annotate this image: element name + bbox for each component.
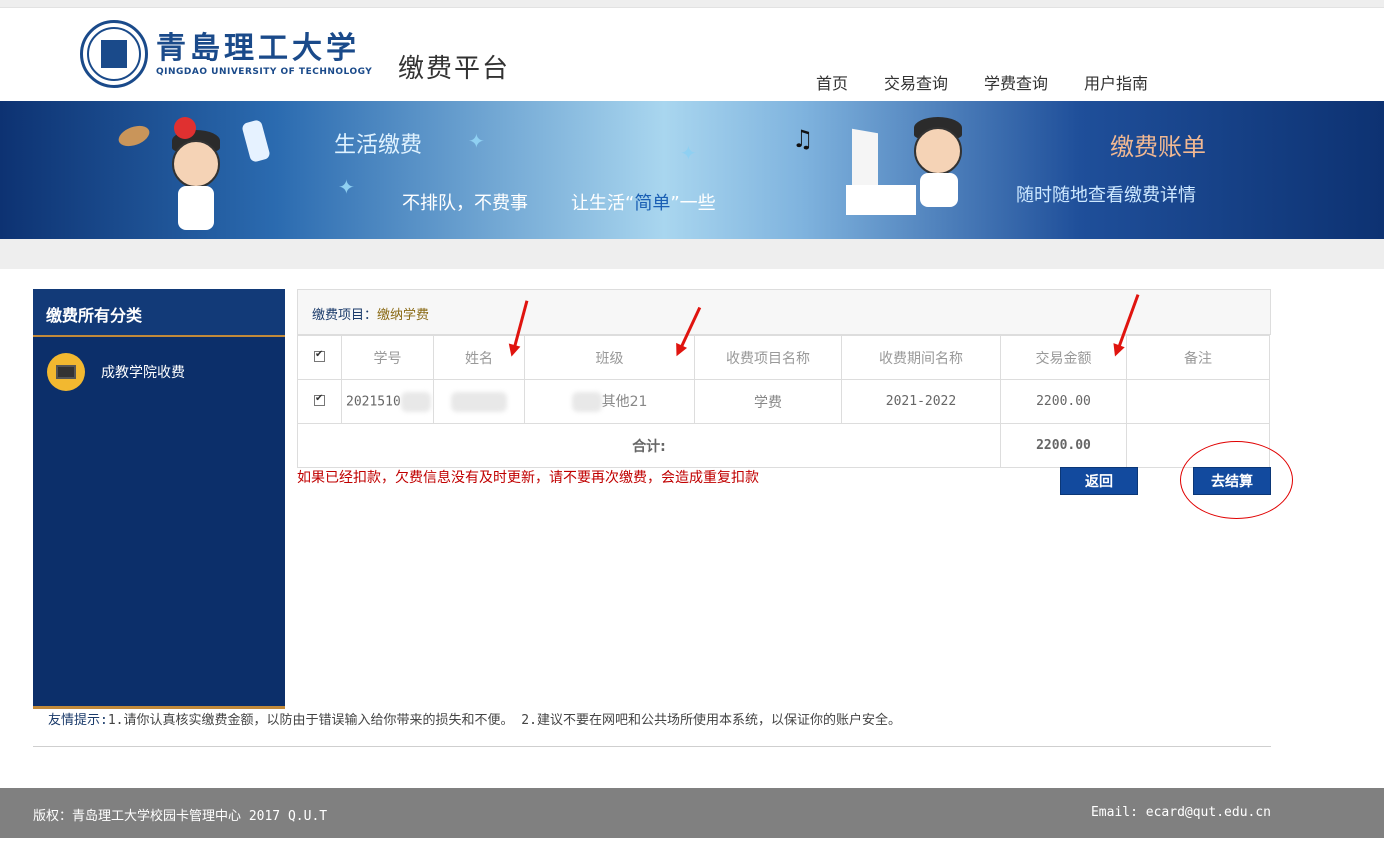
tips-label: 友情提示: [48,713,108,728]
banner-bill: 缴费账单 [1110,133,1206,161]
friendly-tips: 友情提示:1.请你认真核实缴费金额，以防由于错误输入给你带来的损失和不便。 2.… [48,709,901,728]
col-note: 备注 [1126,335,1270,380]
promo-banner: ✦ ✦ ✦ ♫ 生活缴费 不排队，不费事 让生活“简单”一些 缴费账单 随时随地… [0,101,1384,239]
cell-student-id: 2021510 [341,379,434,424]
cell-name [433,379,525,424]
main-nav: 首页 交易查询 学费查询 用户指南 [816,70,1184,94]
cell-item: 学费 [694,379,842,424]
category-sidebar: 缴费所有分类 成教学院收费 [33,289,285,709]
select-all-checkbox[interactable] [297,335,342,380]
sidebar-title: 缴费所有分类 [33,289,285,337]
apple-icon [174,117,196,139]
contact-email: Email: ecard@qut.edu.cn [1090,805,1271,820]
cartoon-man-illustration [900,115,980,225]
payment-table: 学号 姓名 班级 收费项目名称 收费期间名称 交易金额 备注 2021510 其… [297,335,1270,468]
main-content: 缴费所有分类 成教学院收费 缴费项目：缴纳学费 学号 姓名 班级 收费项目名称 … [0,269,1384,789]
row-checkbox[interactable] [297,379,342,424]
nav-user-guide[interactable]: 用户指南 [1084,70,1148,94]
total-label: 合计: [297,423,1001,468]
university-logo[interactable]: 青島理工大学 QINGDAO UNIVERSITY OF TECHNOLOGY [80,20,372,88]
monitor-icon [47,353,85,391]
banner-life-pay: 生活缴费 [334,133,423,158]
back-button[interactable]: 返回 [1060,467,1138,495]
col-class: 班级 [524,335,695,380]
sidebar-item-label: 成教学院收费 [101,365,185,381]
table-row: 2021510 其他21 学费 2021-2022 2200.00 [297,379,1270,424]
col-student-id: 学号 [341,335,434,380]
bottle-icon [241,119,271,163]
payment-panel: 缴费项目：缴纳学费 学号 姓名 班级 收费项目名称 收费期间名称 交易金额 备注… [297,289,1271,468]
table-total-row: 合计: 2200.00 [297,423,1270,468]
cell-class: 其他21 [524,379,695,424]
tips-text: 1.请你认真核实缴费金额，以防由于错误输入给你带来的损失和不便。 2.建议不要在… [107,713,901,728]
banner-bill-sub: 随时随地查看缴费详情 [1016,185,1196,206]
logo-chinese-name: 青島理工大学 [156,31,360,66]
site-footer: 版权：青岛理工大学校园卡管理中心 2017 Q.U.T Email: ecard… [0,788,1384,838]
university-seal-icon [80,20,148,88]
music-note-icon: ♫ [792,125,814,153]
col-name: 姓名 [433,335,525,380]
gray-divider [0,239,1384,269]
payment-item-label: 缴费项目： [312,308,378,323]
site-header: 青島理工大学 QINGDAO UNIVERSITY OF TECHNOLOGY … [0,8,1384,101]
top-strip [0,0,1384,8]
bread-icon [115,122,153,150]
cell-note [1126,379,1270,424]
annotation-circle [1180,441,1293,519]
copyright-text: 版权：青岛理工大学校园卡管理中心 2017 Q.U.T [33,809,328,824]
logo-english-name: QINGDAO UNIVERSITY OF TECHNOLOGY [156,67,373,77]
cartoon-boy-illustration [150,126,240,236]
bird-icon: ✦ [680,141,697,165]
payment-item-value: 缴纳学费 [377,308,430,323]
col-item-name: 收费项目名称 [694,335,842,380]
bird-icon: ✦ [338,175,355,199]
cell-amount: 2200.00 [1000,379,1127,424]
cell-period: 2021-2022 [841,379,1001,424]
col-amount: 交易金额 [1000,335,1127,380]
duplicate-payment-warning: 如果已经扣款，欠费信息没有及时更新，请不要再次缴费，会造成重复扣款 [297,470,759,486]
footer-divider [33,746,1271,747]
bird-icon: ✦ [468,129,485,153]
platform-title: 缴费平台 [398,54,511,84]
col-period-name: 收费期间名称 [841,335,1001,380]
total-amount: 2200.00 [1000,423,1127,468]
sidebar-item-adult-education[interactable]: 成教学院收费 [33,337,285,407]
table-header-row: 学号 姓名 班级 收费项目名称 收费期间名称 交易金额 备注 [297,335,1270,380]
nav-transaction-query[interactable]: 交易查询 [884,70,948,94]
banner-no-queue: 不排队，不费事 [402,193,528,214]
banner-simple-slogan: 让生活“简单”一些 [571,193,716,214]
nav-home[interactable]: 首页 [816,70,848,94]
nav-tuition-query[interactable]: 学费查询 [984,70,1048,94]
